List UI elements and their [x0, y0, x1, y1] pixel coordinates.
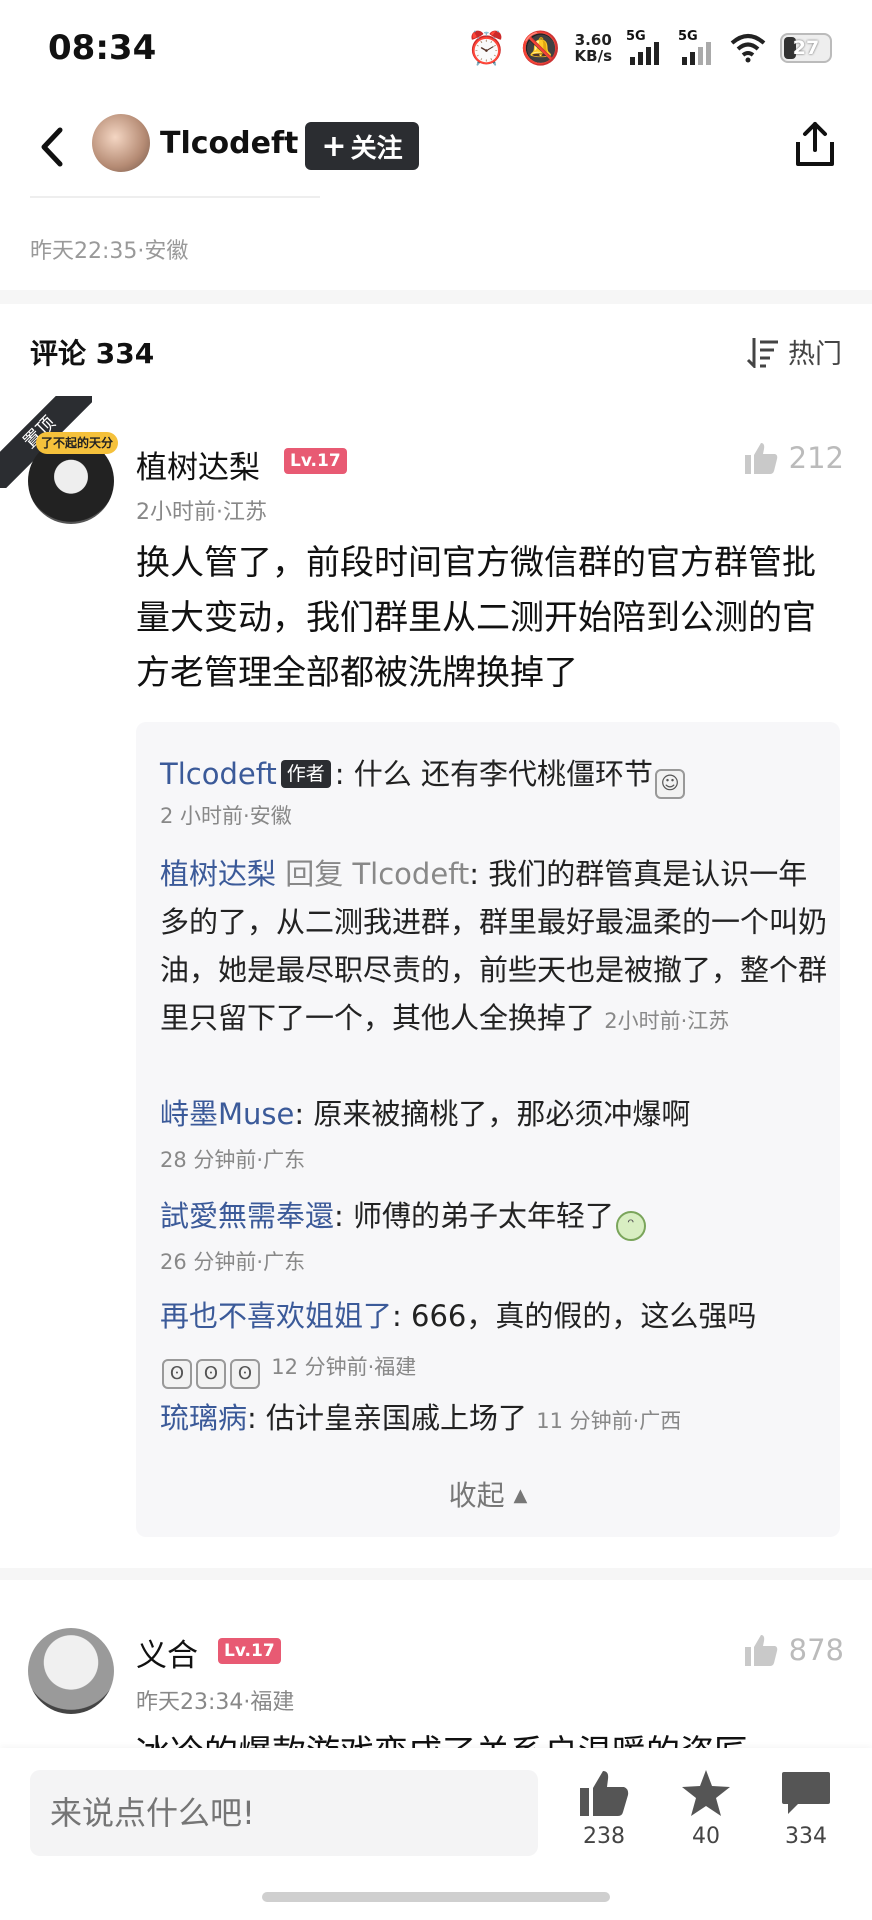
reply-author[interactable]: 琉璃病 — [160, 1401, 247, 1435]
reply-item[interactable]: 峙墨Muse: 原来被摘桃了，那必须冲爆啊 — [160, 1090, 828, 1138]
reply-text: : 师傅的弟子太年轻了 — [334, 1199, 615, 1233]
status-time: 08:34 — [48, 28, 157, 68]
reply-item[interactable]: 試愛無需奉還: 师傅的弟子太年轻了 ᵔ — [160, 1192, 828, 1241]
comment-like-button[interactable]: 878 — [743, 1632, 844, 1668]
comment-input[interactable] — [30, 1770, 538, 1856]
like-count: 238 — [583, 1824, 625, 1849]
comments-header: 评论 334 热门 — [0, 320, 872, 380]
comment-meta: 昨天23:34·福建 — [136, 1690, 295, 1715]
collapse-replies-button[interactable]: 收起 ▲ — [136, 1474, 840, 1514]
emoji-icon: ☺ — [655, 769, 686, 799]
reply-meta: 26 分钟前·广东 — [160, 1250, 306, 1274]
emoji-icon: ʘ — [230, 1359, 260, 1389]
like-post-button[interactable]: 238 — [564, 1768, 644, 1849]
comment-like-button[interactable]: 212 — [743, 440, 844, 476]
comments-title: 评论 334 — [30, 337, 155, 370]
reply-item[interactable]: 再也不喜欢姐姐了: 666，真的假的，这么强吗 ʘʘʘ 12 分钟前·福建 — [160, 1292, 828, 1391]
reply-text: : 666，真的假的，这么强吗 — [392, 1299, 757, 1333]
reply-item[interactable]: 植树达梨 回复 Tlcodeft: 我们的群管真是认识一年多的了，从二测我进群，… — [160, 850, 828, 1045]
wifi-icon — [730, 34, 766, 63]
reply-author[interactable]: 植树达梨 — [160, 857, 276, 891]
author-tag: 作者 — [280, 760, 331, 788]
reply-author[interactable]: 峙墨Muse — [160, 1097, 294, 1131]
author-avatar[interactable] — [92, 114, 150, 172]
like-count: 212 — [788, 441, 844, 475]
comment-text: 换人管了，前段时间官方微信群的官方群管批量大变动，我们群里从二测开始陪到公测的官… — [136, 543, 816, 693]
reply-text: : 什么 还有李代桃僵环节 — [334, 757, 654, 791]
reply-text: : 估计皇亲国戚上场了 — [247, 1401, 528, 1435]
star-count: 40 — [692, 1824, 720, 1849]
comment-username[interactable]: 义合 — [136, 1630, 198, 1675]
net-speed: 3.60 KB/s — [575, 32, 612, 64]
reply-author[interactable]: 再也不喜欢姐姐了 — [160, 1299, 392, 1333]
section-divider — [0, 290, 872, 304]
reply-text: : 原来被摘桃了，那必须冲爆啊 — [294, 1097, 691, 1131]
back-icon[interactable] — [30, 122, 80, 172]
star-icon — [682, 1770, 730, 1816]
sort-hot-button[interactable]: 热门 — [746, 332, 842, 371]
level-badge: Lv.17 — [218, 1638, 281, 1664]
thumbs-up-icon — [744, 443, 777, 474]
home-indicator[interactable] — [262, 1892, 610, 1902]
reply-meta: 11 分钟前·广西 — [536, 1409, 682, 1433]
reply-author[interactable]: Tlcodeft — [160, 757, 277, 791]
battery-level: 27 — [792, 37, 820, 59]
comment-button[interactable]: 334 — [766, 1768, 846, 1849]
battery-icon: 27 — [780, 33, 832, 63]
sort-label: 热门 — [788, 339, 842, 370]
reply-author[interactable]: 試愛無需奉還 — [160, 1199, 334, 1233]
reply-meta: 28 分钟前·广东 — [160, 1148, 306, 1172]
share-icon[interactable] — [792, 120, 838, 168]
reply-meta: 2 小时前·安徽 — [160, 804, 292, 828]
thumbs-up-icon — [744, 1635, 777, 1666]
mute-icon: 🔕 — [520, 29, 561, 67]
reply-meta: 2小时前·江苏 — [604, 1009, 730, 1033]
like-count: 878 — [788, 1633, 844, 1667]
author-name[interactable]: Tlcodeft — [160, 126, 298, 161]
sort-icon — [746, 337, 778, 368]
reply-item[interactable]: Tlcodeft 作者: 什么 还有李代桃僵环节 ☺ — [160, 750, 828, 799]
reply-to-label: 回复 Tlcodeft — [276, 857, 470, 891]
alarm-icon: ⏰ — [466, 29, 507, 67]
divider — [30, 196, 320, 198]
collapse-label: 收起 — [448, 1479, 505, 1512]
replies-panel: Tlcodeft 作者: 什么 还有李代桃僵环节 ☺ 2 小时前·安徽 植树达梨 回… — [136, 722, 840, 1537]
comment-bubble-icon — [782, 1772, 830, 1814]
caret-up-icon: ▲ — [513, 1485, 528, 1506]
avatar[interactable] — [28, 1628, 114, 1714]
comment-count: 334 — [785, 1824, 827, 1849]
avatar-badge: 了不起的天分 — [36, 432, 118, 454]
comment-meta: 2小时前·江苏 — [136, 500, 267, 525]
plus-icon: + — [321, 128, 347, 164]
thumbs-up-icon — [580, 1771, 629, 1816]
emoji-icon: ʘ — [162, 1359, 192, 1389]
net-speed-unit: KB/s — [574, 47, 612, 65]
section-divider — [0, 1568, 872, 1580]
follow-button[interactable]: + 关注 — [305, 122, 419, 170]
comment-username[interactable]: 植树达梨 — [136, 442, 260, 487]
status-bar: 08:34 ⏰ 🔕 3.60 KB/s 5G 5G 27 — [0, 0, 872, 100]
favorite-button[interactable]: 40 — [666, 1768, 746, 1849]
net-speed-value: 3.60 — [574, 31, 612, 49]
cat-emoji-icon: ᵔ — [616, 1211, 647, 1241]
reply-item[interactable]: 琉璃病: 估计皇亲国戚上场了 11 分钟前·广西 — [160, 1394, 828, 1445]
reply-meta: 12 分钟前·福建 — [271, 1355, 417, 1379]
signal-2-icon: 5G — [678, 29, 716, 65]
post-meta: 昨天22:35·安徽 — [30, 239, 189, 264]
level-badge: Lv.17 — [284, 448, 347, 474]
signal-1-icon: 5G — [626, 29, 664, 65]
emoji-icon: ʘ — [196, 1359, 226, 1389]
follow-label: 关注 — [350, 133, 403, 164]
status-icons: ⏰ 🔕 3.60 KB/s 5G 5G 27 — [467, 28, 832, 68]
